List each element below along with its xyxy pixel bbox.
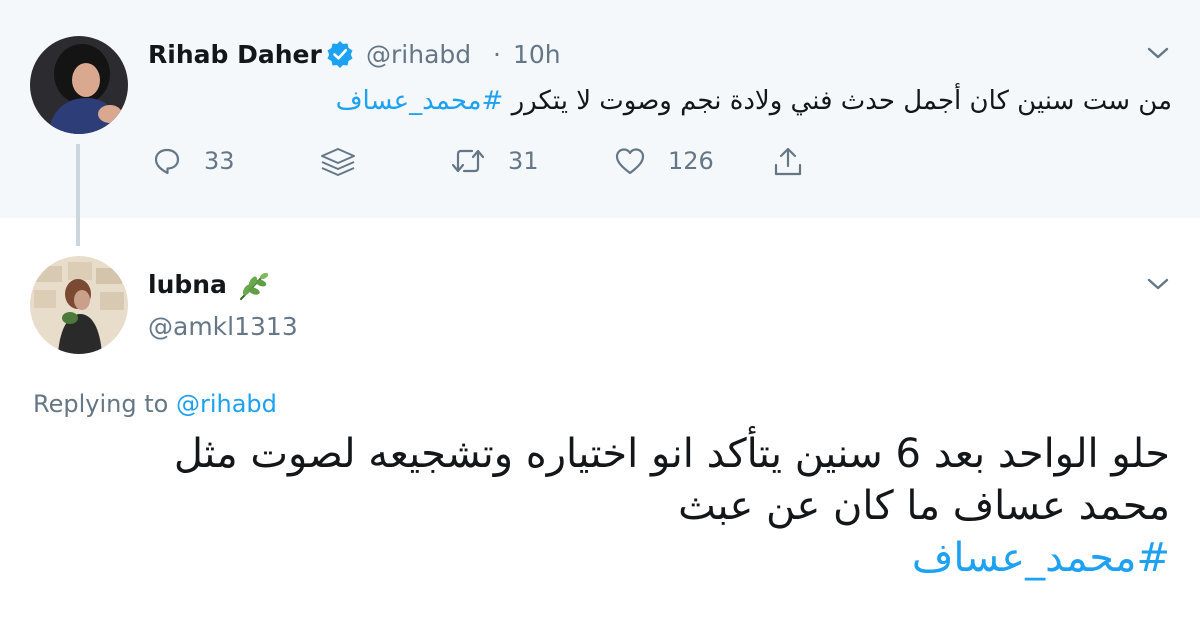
- author-name[interactable]: lubna: [148, 270, 227, 299]
- tweet-text: حلو الواحد بعد 6 سنين يتأكد انو اختياره …: [30, 428, 1170, 584]
- retweet-button[interactable]: 31: [450, 146, 539, 176]
- tweet-text: من ست سنين كان أجمل حدث فني ولادة نجم وص…: [152, 86, 1172, 116]
- avatar[interactable]: [30, 36, 128, 134]
- author-handle[interactable]: @amkl1313: [148, 312, 298, 341]
- share-icon: [774, 147, 802, 176]
- heart-icon: [615, 148, 645, 175]
- author-name[interactable]: Rihab Daher: [148, 40, 322, 69]
- reply-button[interactable]: 33: [152, 146, 235, 176]
- share-button[interactable]: [772, 146, 804, 178]
- layers-icon: [321, 148, 355, 176]
- chevron-down-icon[interactable]: [1145, 276, 1171, 292]
- tweet-text-line: حلو الواحد بعد 6 سنين يتأكد انو اختياره …: [173, 431, 1170, 477]
- thread-connector-line: [76, 144, 80, 246]
- reply-icon: [154, 148, 180, 175]
- avatar-image: [30, 36, 128, 134]
- chevron-down-icon[interactable]: [1145, 45, 1171, 61]
- tweet-text-line: محمد عساف ما كان عن عبث: [678, 483, 1170, 529]
- thread-layers-button[interactable]: [318, 146, 358, 180]
- replying-to-mention-link[interactable]: @rihabd: [176, 390, 277, 418]
- avatar[interactable]: [30, 256, 128, 354]
- like-button[interactable]: 126: [614, 146, 714, 176]
- replying-to-label: Replying to: [33, 390, 169, 418]
- separator-dot: ·: [493, 40, 501, 69]
- retweet-icon: [451, 149, 485, 173]
- retweet-count: 31: [508, 147, 539, 175]
- like-count: 126: [668, 147, 714, 175]
- tweet-text-body: من ست سنين كان أجمل حدث فني ولادة نجم وص…: [511, 86, 1172, 116]
- verified-badge-icon: [327, 41, 353, 68]
- author-handle[interactable]: @rihabd: [366, 40, 471, 69]
- herb-emoji-icon: [240, 272, 269, 300]
- hashtag-link[interactable]: #محمد_عساف: [336, 86, 504, 116]
- timestamp[interactable]: 10h: [513, 40, 561, 69]
- hashtag-link[interactable]: #محمد_عساف: [30, 532, 1170, 584]
- reply-count: 33: [204, 147, 235, 175]
- replying-to: Replying to @rihabd: [33, 390, 277, 418]
- avatar-image: [30, 256, 128, 354]
